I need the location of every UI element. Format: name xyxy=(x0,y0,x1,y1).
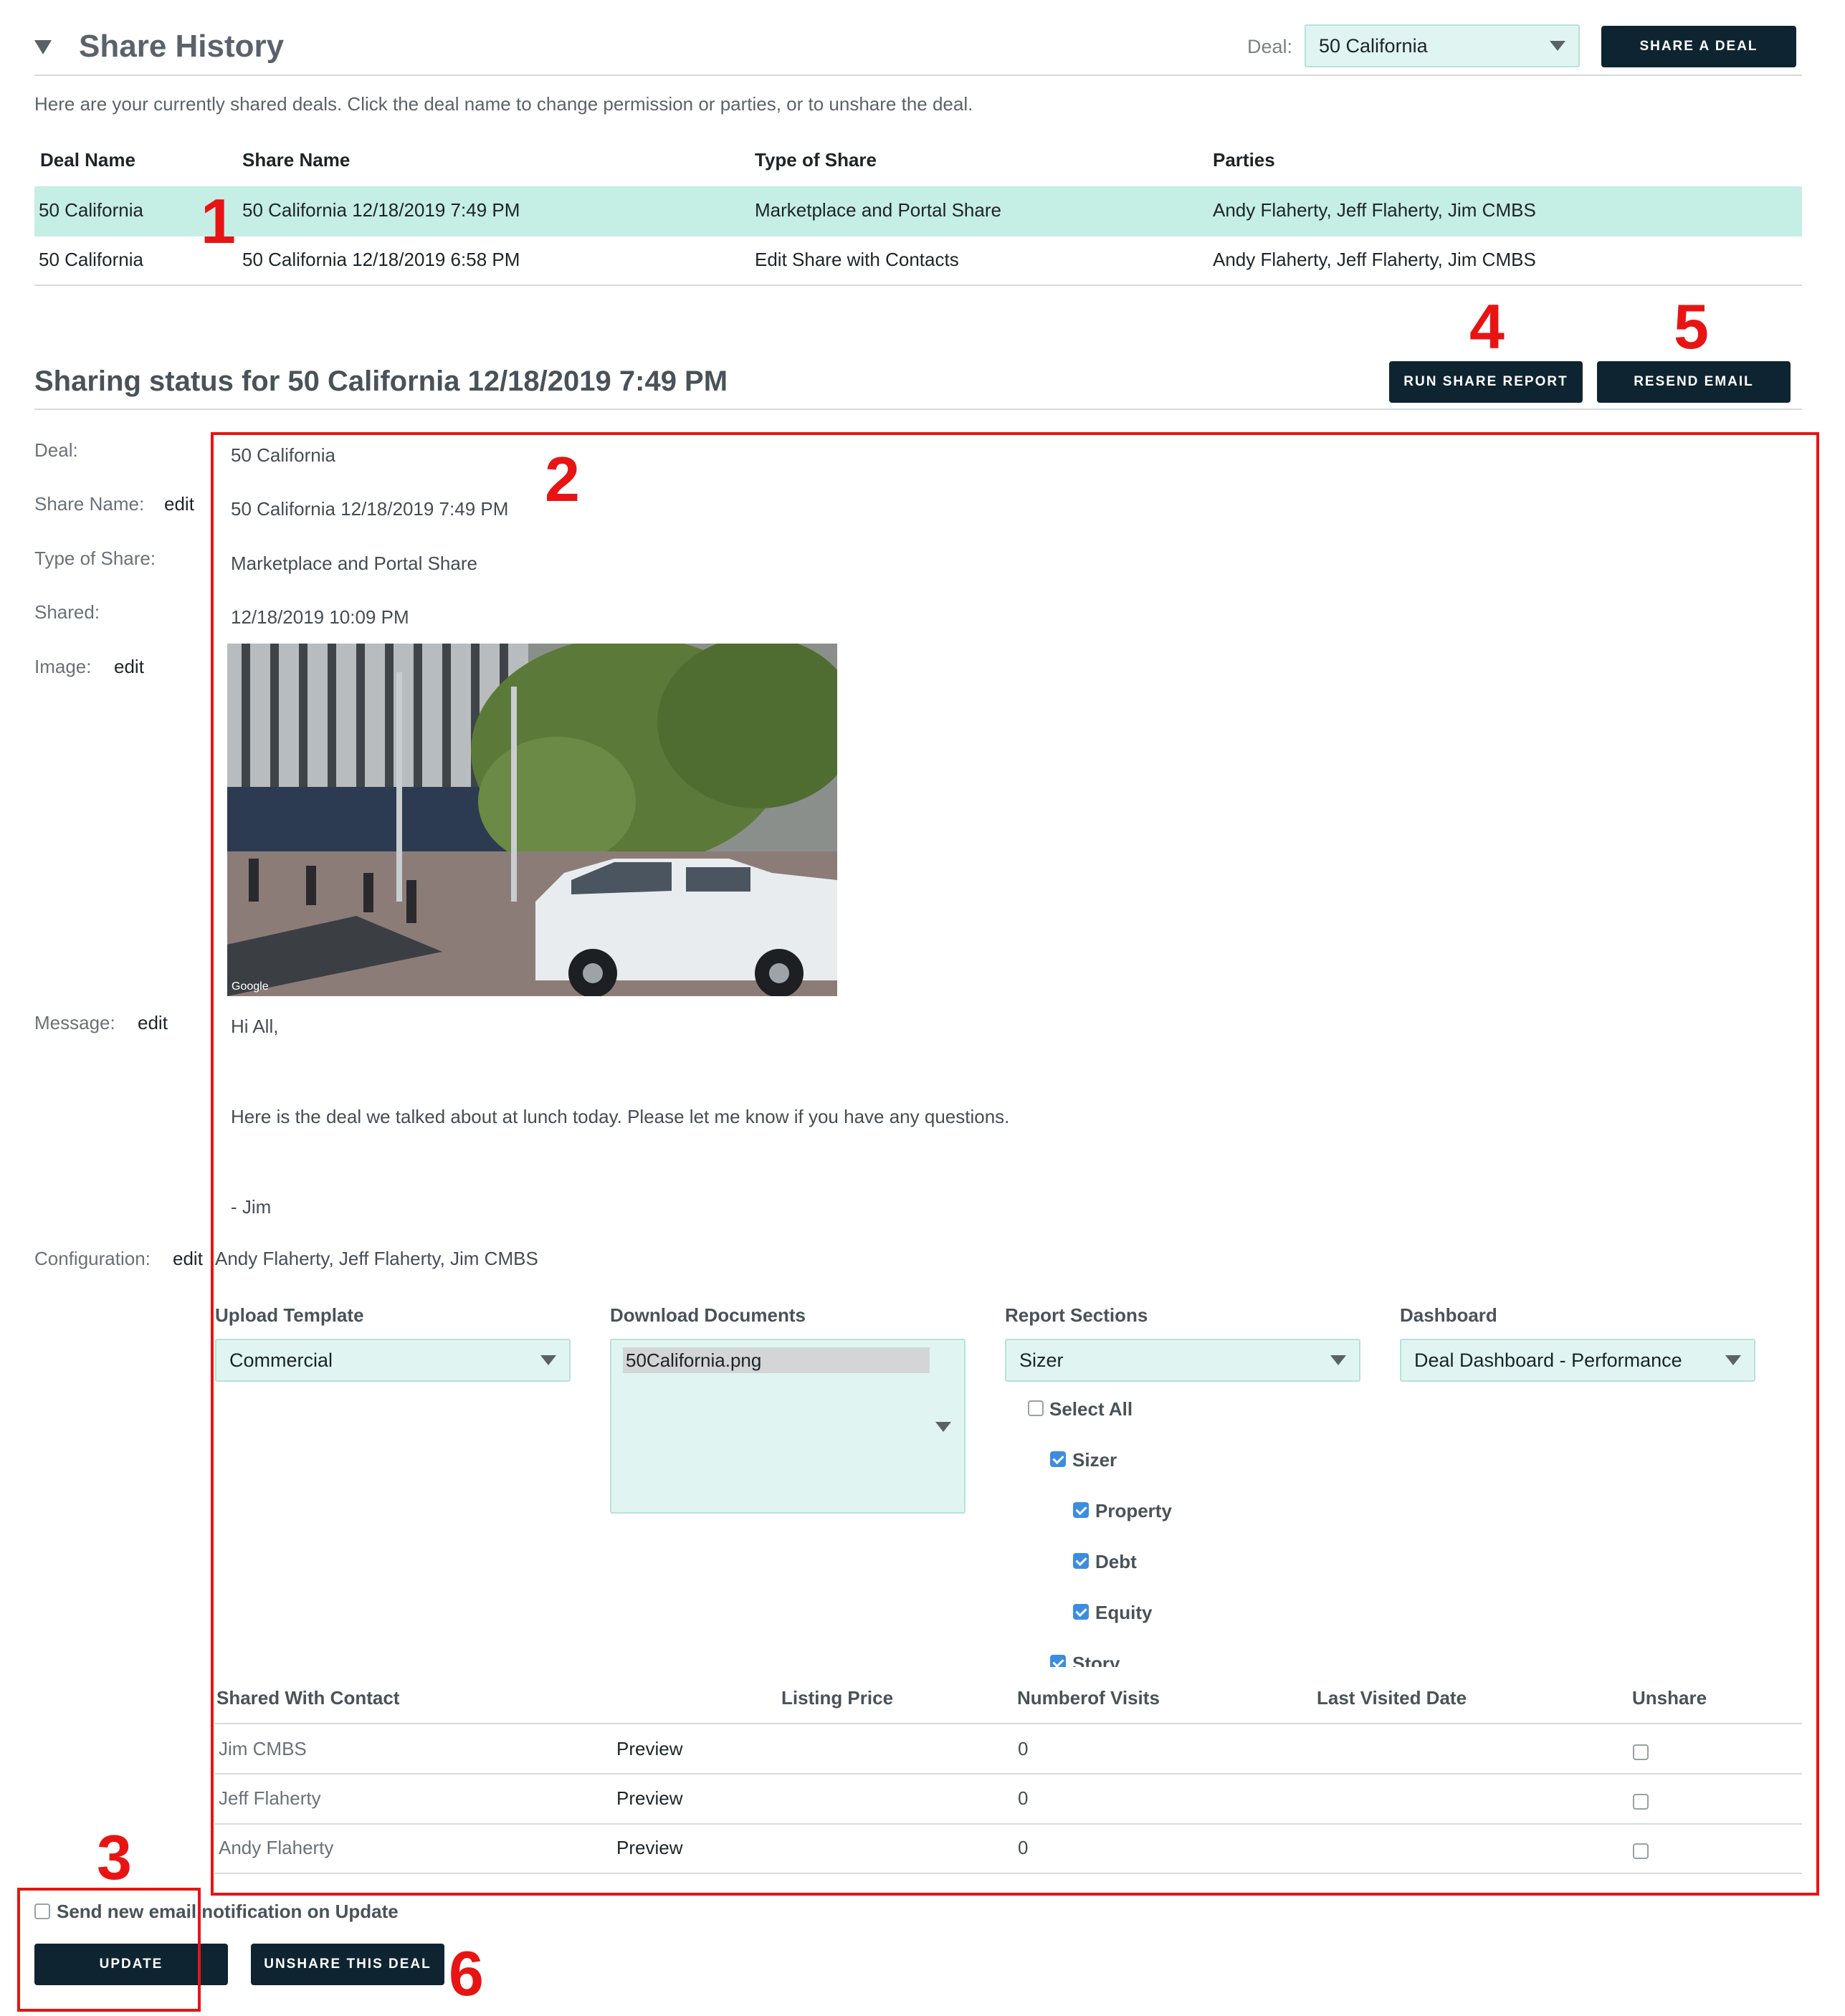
annotation-box-3 xyxy=(17,1888,201,2012)
run-share-report-button[interactable]: RUN SHARE REPORT xyxy=(1389,361,1583,403)
deal-select[interactable]: 50 California xyxy=(1305,24,1580,67)
deal-select-value: 50 California xyxy=(1319,34,1428,57)
row2-deal[interactable]: 50 California xyxy=(39,249,143,271)
row1-deal[interactable]: 50 California xyxy=(39,199,143,221)
annotation-box-2 xyxy=(211,432,1819,1896)
type-label: Type of Share: xyxy=(34,548,156,569)
row1-share: 50 California 12/18/2019 7:49 PM xyxy=(242,199,520,221)
row2-share: 50 California 12/18/2019 6:58 PM xyxy=(242,249,520,270)
annotation-2: 2 xyxy=(545,444,580,515)
share-name-edit-link[interactable]: edit xyxy=(164,493,194,515)
annotation-4: 4 xyxy=(1469,291,1505,362)
share-a-deal-button[interactable]: SHARE A DEAL xyxy=(1601,26,1796,67)
col-deal-name: Deal Name xyxy=(40,149,135,171)
deal-label-status: Deal: xyxy=(34,439,78,461)
configuration-edit-link[interactable]: edit xyxy=(173,1248,203,1270)
collapse-triangle-icon[interactable] xyxy=(34,40,52,54)
sharing-status-title: Sharing status for 50 California 12/18/2… xyxy=(34,366,728,397)
col-share-name: Share Name xyxy=(242,149,351,171)
row2-parties: Andy Flaherty, Jeff Flaherty, Jim CMBS xyxy=(1213,249,1536,270)
image-edit-link[interactable]: edit xyxy=(114,656,144,678)
page-title: Share History xyxy=(79,29,285,64)
table-divider xyxy=(34,285,1802,286)
unshare-this-deal-button[interactable]: UNSHARE THIS DEAL xyxy=(251,1944,444,1985)
chevron-down-icon xyxy=(1550,41,1565,51)
image-label: Image: xyxy=(34,656,92,677)
deal-label: Deal: xyxy=(1247,36,1293,57)
share-name-label: Share Name: xyxy=(34,493,145,515)
row1-parties: Andy Flaherty, Jeff Flaherty, Jim CMBS xyxy=(1213,199,1536,221)
configuration-label: Configuration: xyxy=(34,1248,151,1269)
message-edit-link[interactable]: edit xyxy=(138,1012,168,1034)
resend-email-button[interactable]: RESEND EMAIL xyxy=(1597,361,1791,403)
message-label: Message: xyxy=(34,1012,115,1033)
row2-type: Edit Share with Contacts xyxy=(755,249,959,270)
status-divider xyxy=(34,409,1802,410)
col-parties: Parties xyxy=(1213,149,1275,171)
annotation-3: 3 xyxy=(97,1822,132,1893)
col-type-of-share: Type of Share xyxy=(755,149,877,171)
intro-text: Here are your currently shared deals. Cl… xyxy=(34,93,973,115)
header-divider xyxy=(34,75,1802,76)
shared-label: Shared: xyxy=(34,601,100,623)
annotation-6: 6 xyxy=(449,1938,484,2009)
row1-type: Marketplace and Portal Share xyxy=(755,199,1001,221)
annotation-5: 5 xyxy=(1674,291,1709,362)
annotation-1: 1 xyxy=(201,186,236,257)
